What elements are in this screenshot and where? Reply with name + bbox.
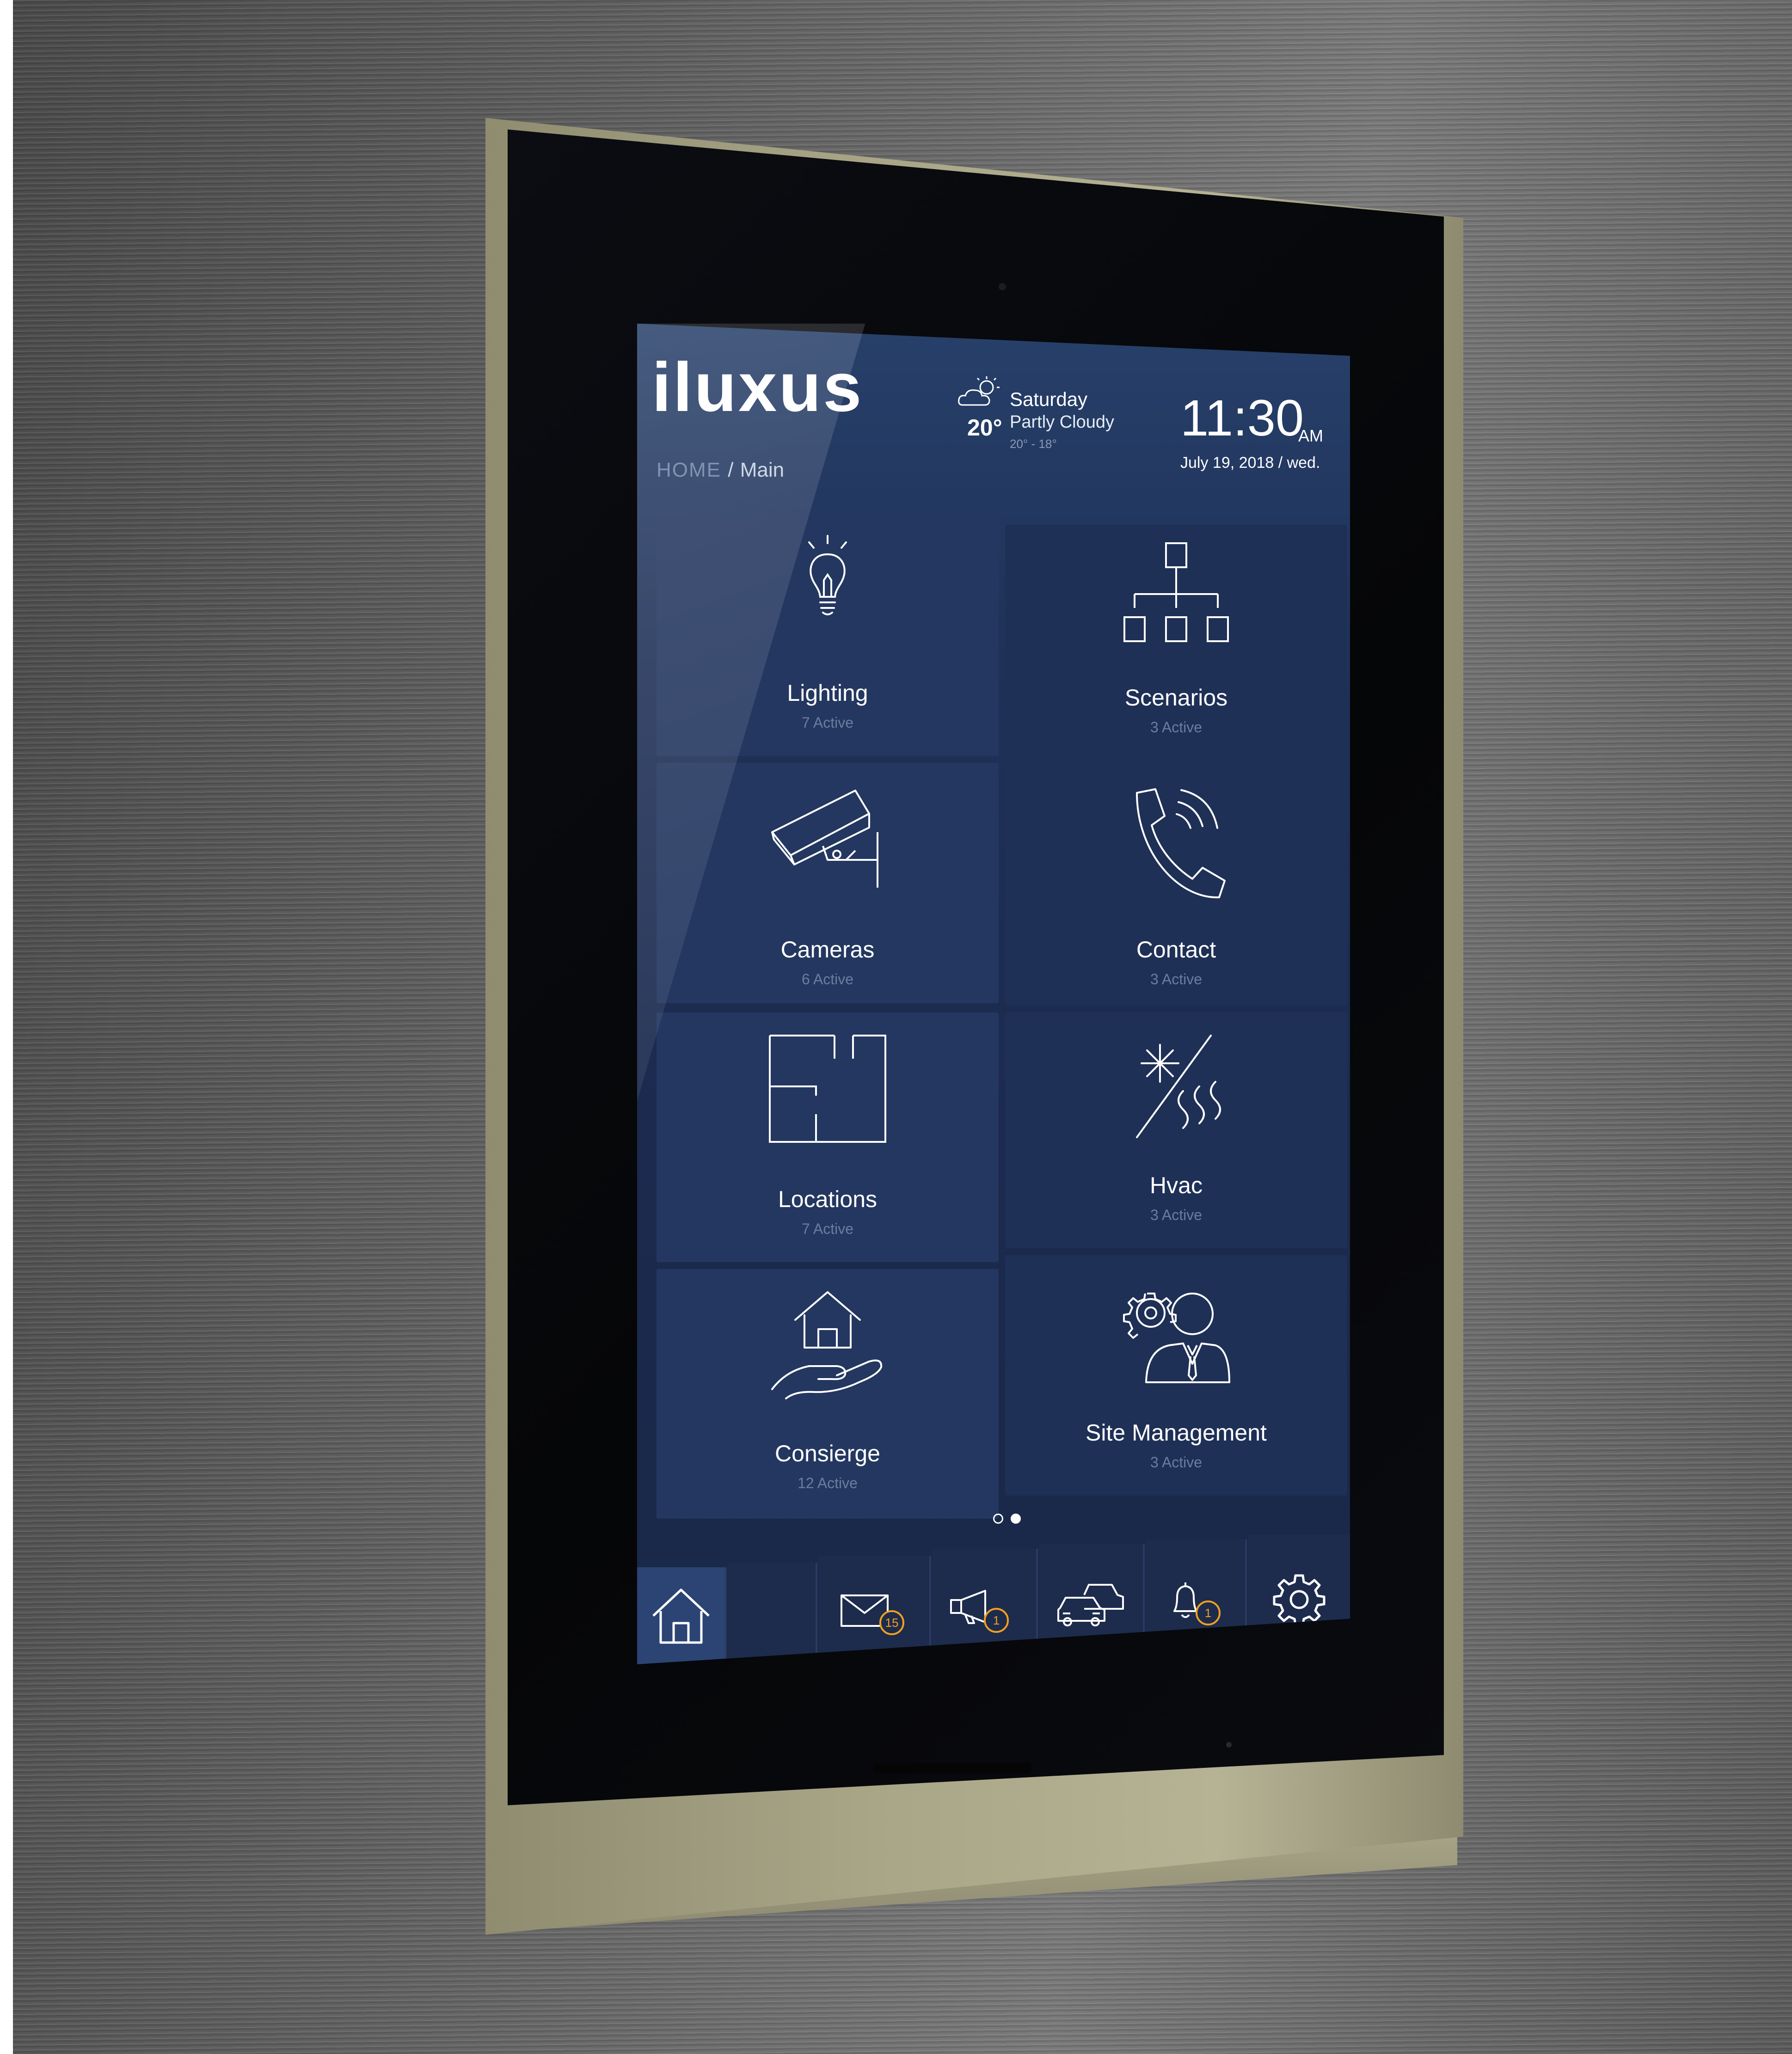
bottom-slot — [874, 1763, 1031, 1773]
clock-date: July 19, 2018 / wed. — [1180, 454, 1320, 472]
weather-temperature: 20° — [967, 415, 1002, 441]
manager-gear-icon — [1123, 1293, 1230, 1383]
touch-screen: iluxus 20° Saturday Partly Cloudy 20° - … — [637, 324, 1350, 1664]
tile-locations[interactable]: Locations 7 Active — [657, 1012, 999, 1262]
hvac-icon — [1136, 1035, 1221, 1138]
nav-blank-button[interactable] — [728, 1563, 817, 1664]
mail-badge: 15 — [879, 1610, 904, 1635]
breadcrumb-current: Main — [740, 459, 785, 481]
tile-hvac[interactable]: Hvac 3 Active — [1005, 1012, 1347, 1248]
hierarchy-icon — [1123, 542, 1229, 642]
breadcrumb-separator: / — [728, 459, 734, 481]
front-camera — [999, 283, 1006, 290]
lightbulb-icon — [808, 535, 847, 615]
security-camera-icon — [771, 790, 878, 888]
clock-ampm: AM — [1298, 426, 1323, 445]
tile-label: Lighting — [787, 680, 868, 706]
tile-label: Scenarios — [1124, 685, 1228, 711]
light-sensor — [1226, 1742, 1232, 1747]
breadcrumb-home[interactable]: HOME — [657, 459, 721, 481]
breadcrumb: HOME / Main — [657, 459, 784, 482]
tile-cameras[interactable]: Cameras 6 Active — [657, 763, 999, 1003]
tile-label: Cameras — [780, 937, 875, 963]
tile-label: Site Management — [1086, 1420, 1267, 1446]
announcements-badge: 1 — [984, 1608, 1009, 1633]
tile-consierge[interactable]: Consierge 12 Active — [657, 1269, 999, 1519]
tile-status: 12 Active — [798, 1475, 858, 1491]
weather-condition: Partly Cloudy — [1010, 412, 1114, 432]
home-icon — [652, 1588, 710, 1644]
weather-range: 20° - 18° — [1010, 437, 1057, 451]
tile-label: Consierge — [775, 1441, 880, 1466]
tile-label: Contact — [1136, 937, 1216, 963]
partly-cloudy-icon — [958, 376, 1000, 406]
weather-day: Saturday — [1010, 388, 1088, 410]
pager-dot-1[interactable] — [993, 1514, 1003, 1524]
tile-status: 7 Active — [801, 1220, 854, 1237]
tile-status: 3 Active — [1150, 1207, 1203, 1223]
nav-home-button[interactable] — [637, 1567, 727, 1664]
gear-icon — [1273, 1574, 1325, 1627]
tile-contact[interactable]: Contact 3 Active — [1005, 770, 1347, 1006]
tile-status: 7 Active — [801, 714, 854, 731]
pager-dot-2[interactable] — [1011, 1514, 1021, 1524]
tile-label: Locations — [778, 1186, 878, 1212]
clock-time: 11:30 — [1180, 390, 1304, 447]
tile-status: 3 Active — [1150, 1454, 1203, 1471]
hand-house-icon — [771, 1291, 883, 1399]
tile-status: 3 Active — [1150, 971, 1203, 987]
tile-site-management[interactable]: Site Management 3 Active — [1005, 1255, 1347, 1496]
tile-status: 3 Active — [1150, 719, 1203, 736]
brand-logo: iluxus — [652, 348, 864, 426]
notifications-badge: 1 — [1196, 1600, 1221, 1625]
tile-status: 6 Active — [801, 971, 854, 987]
tile-lighting[interactable]: Lighting 7 Active — [657, 515, 999, 756]
floorplan-icon — [769, 1035, 886, 1143]
tile-scenarios[interactable]: Scenarios 3 Active — [1005, 525, 1347, 765]
cars-icon — [1057, 1584, 1124, 1626]
tile-label: Hvac — [1150, 1172, 1203, 1198]
phone-icon — [1136, 788, 1226, 899]
